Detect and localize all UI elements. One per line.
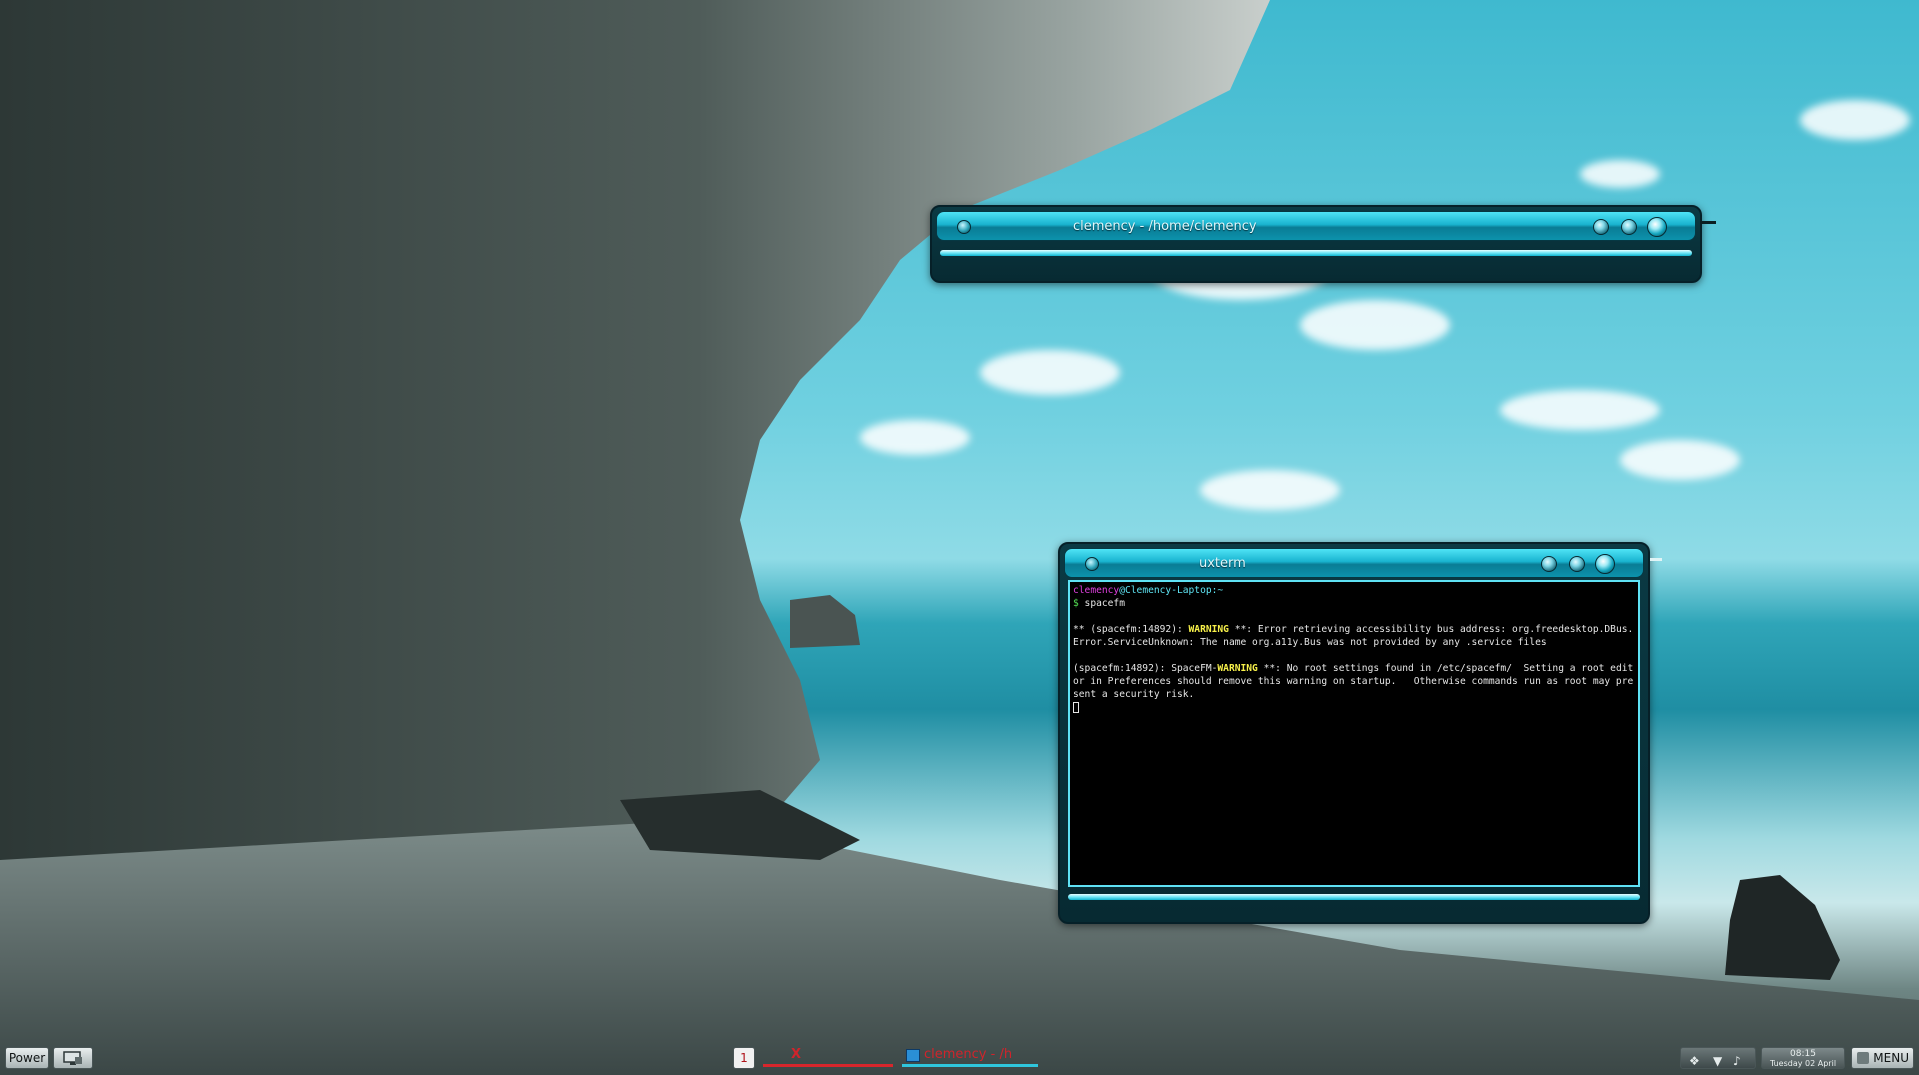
close-icon[interactable] (1647, 217, 1667, 237)
window-menu-icon[interactable] (1085, 557, 1099, 571)
command-line: $ spacefm (1073, 597, 1635, 610)
warning1-prefix: ** (spacefm:14892): (1073, 624, 1189, 635)
menu-button[interactable]: MENU (1851, 1047, 1914, 1069)
uxterm-title: uxterm (1199, 556, 1246, 571)
file-manager-title: clemency - /home/clemency (1073, 219, 1257, 234)
taskbar-item-xapp[interactable]: X (763, 1045, 893, 1067)
prompt-line: clemency@Clemency-Laptop:~ (1073, 584, 1635, 597)
show-desktop-button[interactable] (53, 1047, 93, 1069)
warning-line-2: (spacefm:14892): SpaceFM-WARNING **: No … (1073, 662, 1635, 701)
close-icon[interactable] (1595, 554, 1615, 574)
taskbar-item-file-manager[interactable]: clemency - /h (902, 1045, 1038, 1067)
prompt-path: ~ (1217, 585, 1224, 596)
file-manager-titlebar[interactable]: clemency - /home/clemency (936, 211, 1696, 241)
warning-line-1: ** (spacefm:14892): WARNING **: Error re… (1073, 623, 1635, 649)
uxterm-window[interactable]: uxterm clemency@Clemency-Laptop:~ $ spac… (1058, 542, 1650, 924)
maximize-icon[interactable] (1569, 556, 1585, 572)
maximize-icon[interactable] (1621, 219, 1637, 235)
window-accent-line (1068, 894, 1640, 900)
desktop: clemency - /home/clemency uxterm clemenc… (0, 0, 1919, 1075)
warning2-label: WARNING (1217, 663, 1258, 674)
minimize-icon[interactable] (1593, 219, 1609, 235)
power-button[interactable]: Power (5, 1047, 49, 1069)
system-tray[interactable]: ❖ ▼ ♪ (1680, 1047, 1756, 1069)
dropbox-icon[interactable]: ❖ (1689, 1051, 1700, 1071)
prompt-user: clemency (1073, 585, 1120, 596)
terminal-output[interactable]: clemency@Clemency-Laptop:~ $ spacefm ** … (1068, 580, 1640, 887)
warning2-prefix: (spacefm:14892): SpaceFM- (1073, 663, 1218, 674)
minimize-icon[interactable] (1541, 556, 1557, 572)
taskbar-item-x-label: X (791, 1047, 802, 1062)
network-icon[interactable]: ▼ (1713, 1051, 1722, 1071)
window-edge-handle (1700, 221, 1716, 224)
window-edge-handle (1650, 558, 1662, 561)
terminal-cursor (1073, 701, 1079, 713)
file-manager-window[interactable]: clemency - /home/clemency (930, 205, 1702, 283)
window-menu-icon[interactable] (957, 220, 971, 234)
volume-icon[interactable]: ♪ (1733, 1051, 1741, 1071)
command-text: spacefm (1078, 598, 1125, 609)
warning1-label: WARNING (1188, 624, 1229, 635)
window-accent-line (940, 250, 1692, 256)
clock-date: Tuesday 02 April (1769, 1059, 1837, 1068)
workspace-1-button[interactable]: 1 (733, 1047, 755, 1069)
monitor-icon (63, 1051, 82, 1065)
taskbar-item-file-manager-label: clemency - /h (924, 1047, 1013, 1062)
clock[interactable]: 08:15 Tuesday 02 April (1761, 1047, 1845, 1069)
prompt-host: @Clemency-Laptop: (1119, 585, 1218, 596)
menu-label: MENU (1873, 1051, 1909, 1065)
clock-time: 08:15 (1790, 1049, 1816, 1059)
menu-icon (1857, 1052, 1869, 1064)
uxterm-titlebar[interactable]: uxterm (1064, 548, 1644, 578)
folder-icon (906, 1049, 920, 1062)
